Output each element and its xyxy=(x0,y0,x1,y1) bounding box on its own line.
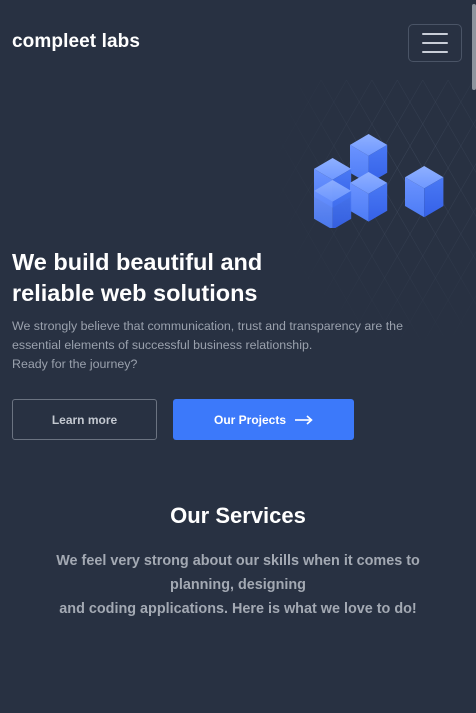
services-description: We feel very strong about our skills whe… xyxy=(30,549,446,621)
services-title: Our Services xyxy=(170,503,306,528)
services-description-line: and coding applications. Here is what we… xyxy=(59,601,417,617)
learn-more-label: Learn more xyxy=(51,412,118,427)
hamburger-icon xyxy=(422,51,448,53)
arrow-right-icon xyxy=(295,414,313,425)
menu-toggle-button[interactable] xyxy=(408,24,462,62)
hamburger-icon xyxy=(422,33,448,35)
isometric-cubes-illustration xyxy=(314,134,444,228)
services-description-line: We feel very strong about our skills whe… xyxy=(56,553,420,593)
our-projects-button[interactable]: Our Projects xyxy=(173,399,354,440)
scrollbar-thumb[interactable] xyxy=(472,4,476,90)
landing-page: compleet labs We build beautiful and rel… xyxy=(0,0,476,713)
our-projects-label: Our Projects xyxy=(213,412,287,427)
hamburger-icon xyxy=(422,42,448,44)
hero-title: We build beautiful and reliable web solu… xyxy=(12,249,263,306)
hero-description-line: Ready for the journey? xyxy=(12,357,138,371)
page-scrollbar[interactable] xyxy=(471,0,476,713)
learn-more-button[interactable]: Learn more xyxy=(12,399,157,440)
hero-description: We strongly believe that communication, … xyxy=(12,317,452,374)
brand-logo[interactable]: compleet labs xyxy=(12,31,140,53)
hero-description-line: We strongly believe that communication, … xyxy=(12,319,403,352)
